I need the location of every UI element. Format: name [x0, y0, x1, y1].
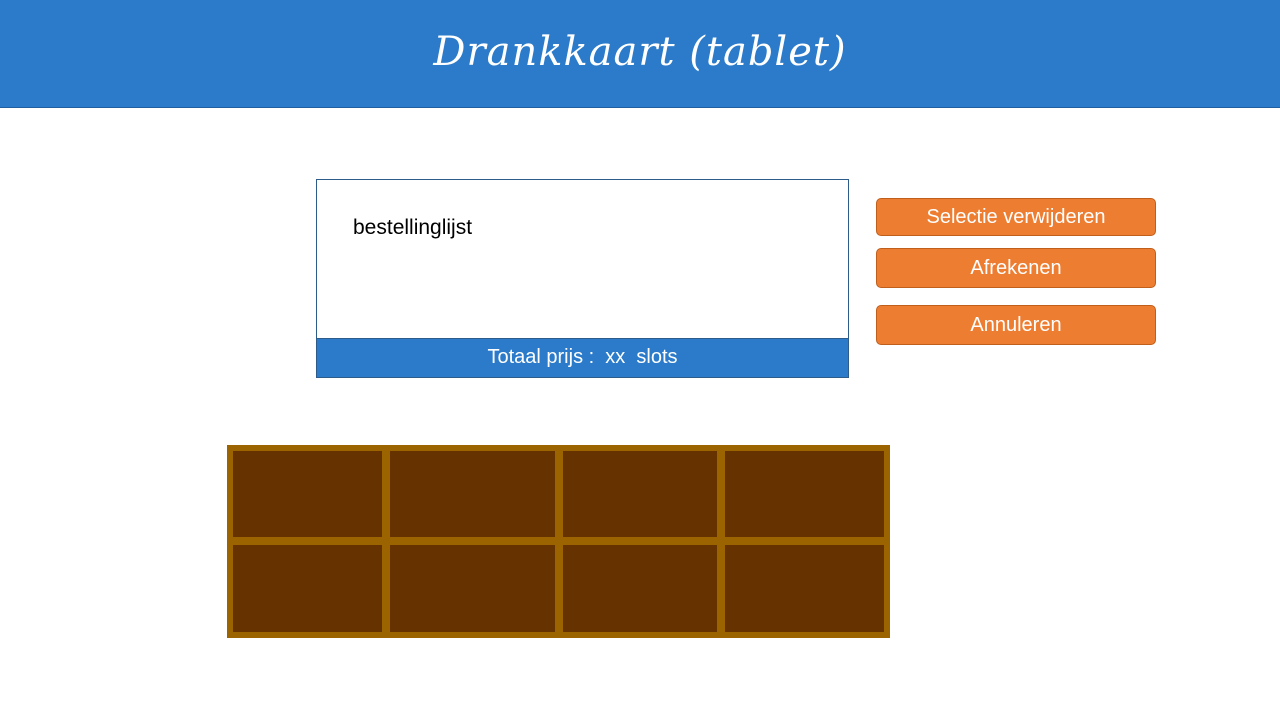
drink-slot-3[interactable]	[563, 451, 717, 537]
drink-slot-4[interactable]	[725, 451, 884, 537]
drink-slot-7[interactable]	[563, 545, 717, 632]
drink-grid	[227, 445, 890, 638]
page-title: Drankkaart (tablet)	[433, 29, 847, 75]
drink-slot-5[interactable]	[233, 545, 382, 632]
total-price-bar: Totaal prijs : xx slots	[317, 338, 848, 377]
cancel-button[interactable]: Annuleren	[876, 305, 1156, 345]
drink-slot-1[interactable]	[233, 451, 382, 537]
remove-selection-button[interactable]: Selectie verwijderen	[876, 198, 1156, 236]
app-header: Drankkaart (tablet)	[0, 0, 1280, 108]
order-list-label: bestellinglijst	[353, 216, 473, 239]
drink-slot-2[interactable]	[390, 451, 555, 537]
checkout-button[interactable]: Afrekenen	[876, 248, 1156, 288]
drink-slot-8[interactable]	[725, 545, 884, 632]
drink-slot-6[interactable]	[390, 545, 555, 632]
order-list-panel[interactable]: bestellinglijst Totaal prijs : xx slots	[316, 179, 849, 378]
